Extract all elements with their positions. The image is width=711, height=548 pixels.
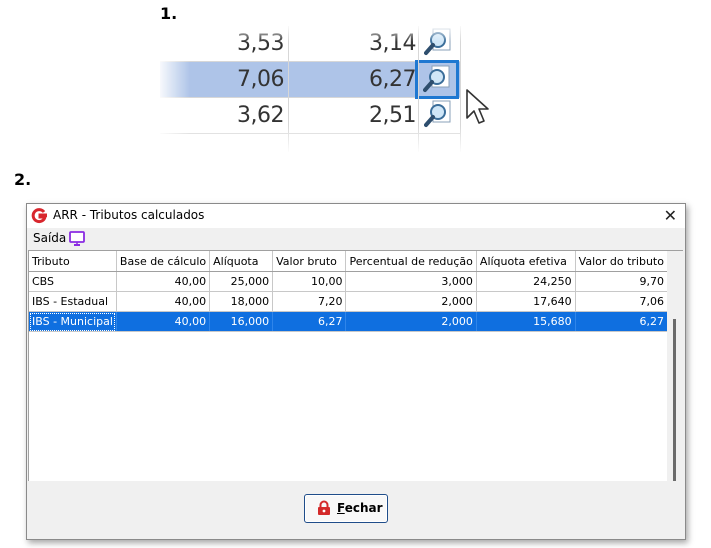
cell-tributo: IBS - Municipal bbox=[29, 311, 117, 332]
cell-bruto: 6,27 bbox=[272, 311, 347, 332]
table-row[interactable]: IBS - Estadual 40,00 18,000 7,20 2,000 1… bbox=[29, 291, 668, 312]
column-header[interactable]: Alíquota bbox=[209, 251, 274, 272]
fechar-label: Fechar bbox=[337, 501, 383, 515]
step-1-label: 1. bbox=[160, 4, 178, 23]
mouse-cursor-icon bbox=[465, 88, 491, 132]
cell-valor: 7,06 bbox=[575, 291, 668, 312]
column-divider bbox=[460, 26, 461, 152]
table-row[interactable]: CBS 40,00 25,000 10,00 3,000 24,250 9,70 bbox=[29, 271, 668, 292]
column-header[interactable]: Base de cálculo bbox=[116, 251, 211, 272]
tributos-dialog: ARR - Tributos calculados ✕ Saída Tribut… bbox=[26, 203, 686, 540]
column-divider bbox=[418, 26, 419, 152]
magnifier-icon[interactable] bbox=[420, 26, 456, 59]
app-logo-icon bbox=[31, 208, 48, 228]
step-2-label: 2. bbox=[14, 170, 32, 189]
zoom-row: 3,53 3,14 bbox=[160, 26, 460, 62]
cell-efetiva: 17,640 bbox=[476, 291, 576, 312]
cell-efetiva: 15,680 bbox=[476, 311, 576, 332]
fechar-button[interactable]: Fechar bbox=[304, 494, 388, 523]
window-title: ARR - Tributos calculados bbox=[53, 208, 205, 222]
zoom-row: 3,62 2,51 bbox=[160, 98, 460, 134]
zoom-cell: 6,27 bbox=[369, 67, 416, 92]
column-header[interactable]: Percentual de redução bbox=[345, 251, 477, 272]
magnifier-icon[interactable] bbox=[415, 60, 459, 99]
header-row: Tributo Base de cálculo Alíquota Valor b… bbox=[29, 251, 668, 272]
zoomed-grid: 3,53 3,14 7,06 6,27 3,62 2,51 bbox=[160, 26, 470, 152]
tributos-table: Tributo Base de cálculo Alíquota Valor b… bbox=[29, 251, 668, 332]
column-header[interactable]: Valor do tributo bbox=[575, 251, 668, 272]
column-header[interactable]: Tributo bbox=[29, 251, 117, 272]
cell-base: 40,00 bbox=[116, 291, 211, 312]
tributos-grid[interactable]: Tributo Base de cálculo Alíquota Valor b… bbox=[28, 250, 669, 482]
zoom-cell: 3,14 bbox=[369, 31, 416, 56]
cell-base: 40,00 bbox=[116, 311, 211, 332]
dialog-footer: Fechar bbox=[27, 481, 685, 539]
monitor-icon[interactable] bbox=[69, 231, 85, 250]
menu-bar: Saída bbox=[27, 228, 685, 250]
cell-tributo: CBS bbox=[29, 271, 117, 292]
scrollbar-thumb[interactable] bbox=[673, 319, 676, 481]
cell-reducao: 3,000 bbox=[345, 271, 477, 292]
cell-reducao: 2,000 bbox=[345, 291, 477, 312]
cell-bruto: 7,20 bbox=[272, 291, 347, 312]
column-header[interactable]: Valor bruto bbox=[272, 251, 347, 272]
cell-bruto: 10,00 bbox=[272, 271, 347, 292]
cell-aliquota: 25,000 bbox=[209, 271, 274, 292]
zoom-row-selected: 7,06 6,27 bbox=[160, 60, 460, 99]
cell-valor: 6,27 bbox=[575, 311, 668, 332]
cell-aliquota: 18,000 bbox=[209, 291, 274, 312]
cell-reducao: 2,000 bbox=[345, 311, 477, 332]
magnifier-icon[interactable] bbox=[420, 98, 456, 131]
zoom-cell: 2,51 bbox=[369, 103, 416, 128]
cell-aliquota: 16,000 bbox=[209, 311, 274, 332]
close-icon[interactable]: ✕ bbox=[664, 206, 677, 225]
title-bar: ARR - Tributos calculados ✕ bbox=[27, 204, 685, 228]
lock-icon bbox=[317, 500, 331, 519]
cell-tributo: IBS - Estadual bbox=[29, 291, 117, 312]
vertical-scrollbar[interactable] bbox=[667, 250, 683, 482]
column-header[interactable]: Alíquota efetiva bbox=[476, 251, 576, 272]
table-row-selected[interactable]: IBS - Municipal 40,00 16,000 6,27 2,000 … bbox=[29, 311, 668, 332]
cell-valor: 9,70 bbox=[575, 271, 668, 292]
cell-efetiva: 24,250 bbox=[476, 271, 576, 292]
zoom-cell: 7,06 bbox=[237, 67, 284, 92]
menu-saida[interactable]: Saída bbox=[33, 231, 66, 245]
column-divider bbox=[288, 26, 289, 152]
zoom-cell: 3,62 bbox=[237, 103, 284, 128]
zoom-cell: 3,53 bbox=[237, 31, 284, 56]
cell-base: 40,00 bbox=[116, 271, 211, 292]
